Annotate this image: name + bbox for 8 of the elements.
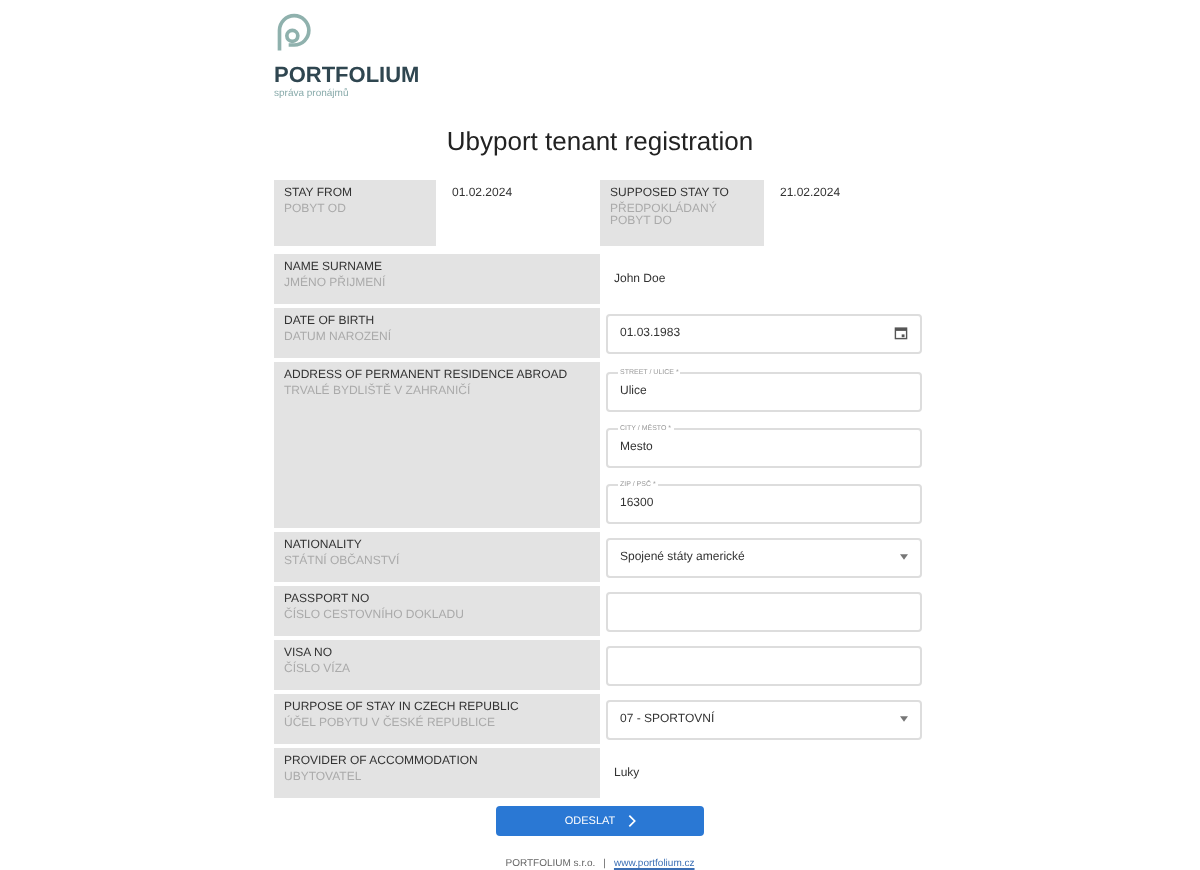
logo-name: PORTFOLIUM	[274, 64, 420, 88]
dropdown-icon	[900, 716, 908, 722]
input-field[interactable]	[606, 645, 922, 685]
chevron-icon	[627, 814, 636, 828]
input-field[interactable]	[606, 591, 922, 631]
calendar-icon	[894, 326, 908, 340]
dropdown-icon	[900, 554, 908, 560]
page-title: Ubyport tenant registration	[444, 126, 756, 156]
